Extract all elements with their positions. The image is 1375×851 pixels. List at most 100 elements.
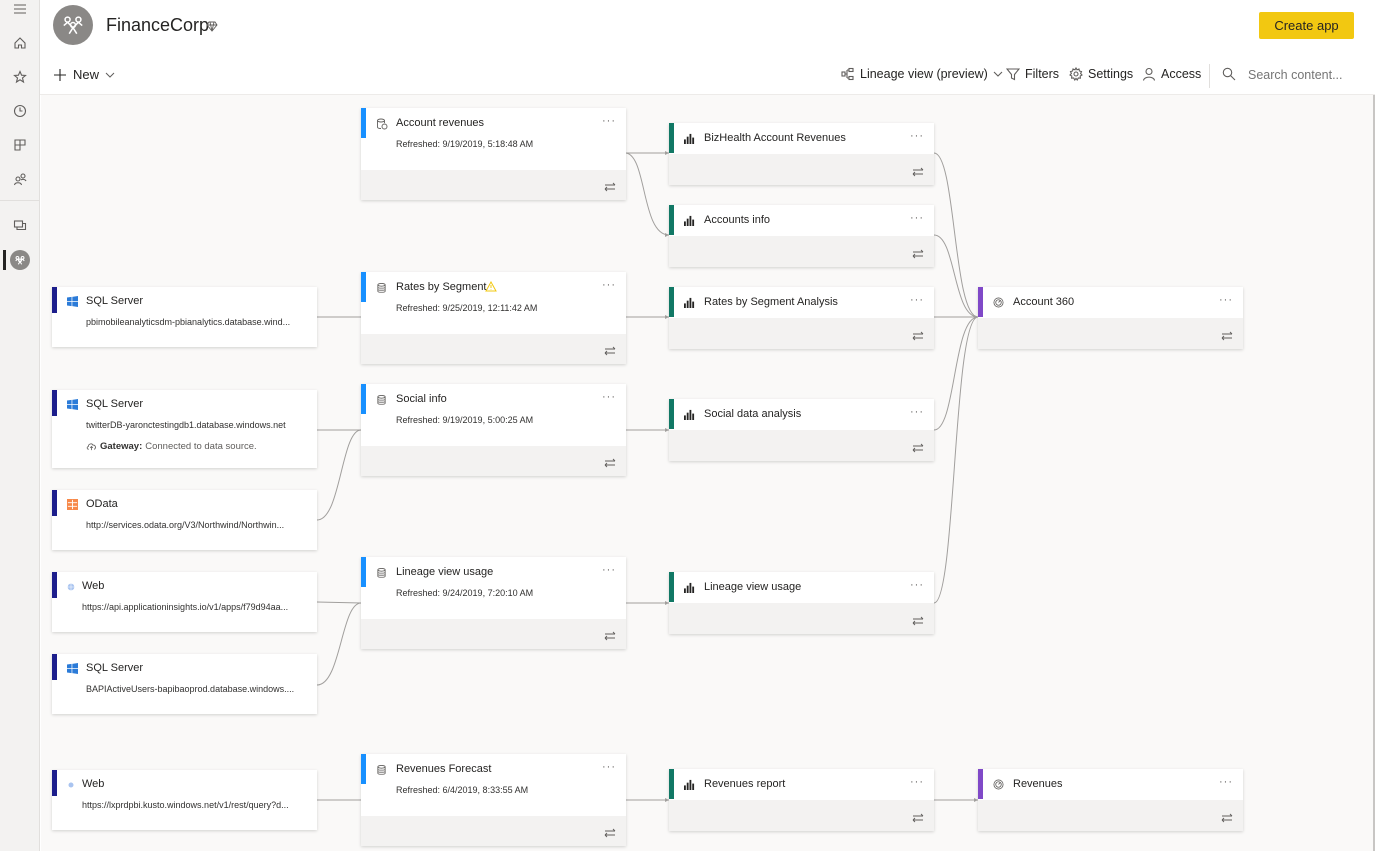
report-card[interactable]: Rates by Segment Analysis ··· xyxy=(669,287,934,349)
source-card[interactable]: Web https://lxprdpbi.kusto.windows.net/v… xyxy=(52,770,317,830)
recent-clock-icon[interactable] xyxy=(0,98,40,124)
source-card[interactable]: SQL Server twitterDB-yaronctestingdb1.da… xyxy=(52,390,317,468)
bar-chart-icon xyxy=(683,581,696,594)
filters-button[interactable]: Filters xyxy=(1006,67,1059,81)
swap-arrows-icon[interactable] xyxy=(604,631,616,641)
more-options-button[interactable]: ··· xyxy=(602,761,616,773)
source-type: OData xyxy=(86,498,118,510)
swap-arrows-icon[interactable] xyxy=(912,813,924,823)
link-accrev-accinfo xyxy=(624,152,670,236)
more-options-button[interactable]: ··· xyxy=(602,391,616,403)
card-accent xyxy=(52,287,57,313)
report-card[interactable]: Lineage view usage ··· xyxy=(669,572,934,634)
more-options-button[interactable]: ··· xyxy=(910,294,924,306)
swap-arrows-icon[interactable] xyxy=(1221,331,1233,341)
card-footer xyxy=(669,603,934,634)
dashboard-card[interactable]: Revenues ··· xyxy=(978,769,1243,831)
lineage-view-dropdown[interactable]: Lineage view (preview) xyxy=(841,67,1003,81)
windows-icon xyxy=(66,662,79,675)
dashboard-name: Account 360 xyxy=(1013,296,1075,308)
new-button[interactable]: New xyxy=(53,67,115,82)
more-options-button[interactable]: ··· xyxy=(602,564,616,576)
swap-arrows-icon[interactable] xyxy=(912,443,924,453)
dataset-name: Social info xyxy=(396,393,447,405)
lineage-icon xyxy=(841,67,854,81)
dataset-card[interactable]: Lineage view usage Refreshed: 9/24/2019,… xyxy=(361,557,626,649)
gateway-label: Gateway: xyxy=(100,441,143,452)
link-socialanalysis-acc360 xyxy=(933,316,979,431)
report-card[interactable]: Social data analysis ··· xyxy=(669,399,934,461)
dataset-refreshed: Refreshed: 9/19/2019, 5:18:48 AM xyxy=(396,139,534,149)
report-card[interactable]: BizHealth Account Revenues ··· xyxy=(669,123,934,185)
search-input[interactable] xyxy=(1248,68,1358,82)
more-options-button[interactable]: ··· xyxy=(910,579,924,591)
dataset-card[interactable]: Rates by Segment Refreshed: 9/25/2019, 1… xyxy=(361,272,626,364)
current-workspace-icon[interactable] xyxy=(10,250,30,270)
source-card[interactable]: SQL Server BAPIActiveUsers-bapibaoprod.d… xyxy=(52,654,317,714)
more-options-button[interactable]: ··· xyxy=(910,406,924,418)
more-options-button[interactable]: ··· xyxy=(1219,776,1233,788)
globe-icon xyxy=(64,580,77,593)
gear-icon xyxy=(1069,67,1083,81)
more-options-button[interactable]: ··· xyxy=(910,776,924,788)
source-detail: https://api.applicationinsights.io/v1/ap… xyxy=(82,602,289,612)
more-options-button[interactable]: ··· xyxy=(1219,294,1233,306)
swap-arrows-icon[interactable] xyxy=(604,346,616,356)
dataflow-icon xyxy=(375,117,388,130)
new-label: New xyxy=(73,67,100,82)
bar-chart-icon xyxy=(683,132,696,145)
access-button[interactable]: Access xyxy=(1142,67,1201,81)
card-accent xyxy=(52,654,57,680)
report-card[interactable]: Accounts info ··· xyxy=(669,205,934,267)
swap-arrows-icon[interactable] xyxy=(912,616,924,626)
card-accent xyxy=(669,399,674,429)
dataset-icon xyxy=(375,281,388,294)
swap-arrows-icon[interactable] xyxy=(604,458,616,468)
apps-icon[interactable] xyxy=(0,132,40,158)
source-card[interactable]: SQL Server pbimobileanalyticsdm-pbianaly… xyxy=(52,287,317,347)
search-icon[interactable] xyxy=(1222,67,1236,81)
workspaces-icon[interactable] xyxy=(0,212,40,238)
more-options-button[interactable]: ··· xyxy=(910,130,924,142)
more-options-button[interactable]: ··· xyxy=(910,212,924,224)
warning-icon[interactable] xyxy=(485,281,497,292)
dataset-card[interactable]: Social info Refreshed: 9/19/2019, 5:00:2… xyxy=(361,384,626,476)
dashboard-card[interactable]: Account 360 ··· xyxy=(978,287,1243,349)
lineage-canvas[interactable]: SQL Server pbimobileanalyticsdm-pbianaly… xyxy=(41,95,1374,851)
link-web1-lineage xyxy=(316,601,362,604)
home-icon[interactable] xyxy=(0,30,40,56)
swap-arrows-icon[interactable] xyxy=(604,828,616,838)
source-detail: https://lxprdpbi.kusto.windows.net/v1/re… xyxy=(82,800,289,810)
card-accent xyxy=(978,287,983,317)
report-card[interactable]: Revenues report ··· xyxy=(669,769,934,831)
card-footer xyxy=(361,334,626,364)
card-footer xyxy=(361,446,626,476)
dataset-refreshed: Refreshed: 9/25/2019, 12:11:42 AM xyxy=(396,303,538,313)
plus-icon xyxy=(54,68,66,81)
shared-with-me-icon[interactable] xyxy=(0,166,40,192)
more-options-button[interactable]: ··· xyxy=(602,115,616,127)
gateway-status-text: Connected to data source. xyxy=(145,441,257,452)
card-footer xyxy=(669,430,934,461)
source-card[interactable]: OData http://services.odata.org/V3/North… xyxy=(52,490,317,550)
create-app-button[interactable]: Create app xyxy=(1259,12,1354,39)
swap-arrows-icon[interactable] xyxy=(912,167,924,177)
more-options-button[interactable]: ··· xyxy=(602,279,616,291)
swap-arrows-icon[interactable] xyxy=(912,249,924,259)
hamburger-menu-icon[interactable] xyxy=(0,0,40,22)
swap-arrows-icon[interactable] xyxy=(604,182,616,192)
report-name: Social data analysis xyxy=(704,408,802,420)
swap-arrows-icon[interactable] xyxy=(1221,813,1233,823)
source-detail: http://services.odata.org/V3/Northwind/N… xyxy=(86,520,285,530)
swap-arrows-icon[interactable] xyxy=(912,331,924,341)
card-footer xyxy=(978,800,1243,831)
dataset-card[interactable]: Revenues Forecast Refreshed: 6/4/2019, 8… xyxy=(361,754,626,846)
favorites-star-icon[interactable] xyxy=(0,64,40,90)
windows-icon xyxy=(66,295,79,308)
dataset-card[interactable]: Account revenues Refreshed: 9/19/2019, 5… xyxy=(361,108,626,200)
dataset-refreshed: Refreshed: 6/4/2019, 8:33:55 AM xyxy=(396,785,529,795)
source-detail: BAPIActiveUsers-bapibaoprod.database.win… xyxy=(86,684,295,694)
source-card[interactable]: Web https://api.applicationinsights.io/v… xyxy=(52,572,317,632)
nav-active-indicator xyxy=(3,250,6,270)
settings-button[interactable]: Settings xyxy=(1069,67,1133,81)
